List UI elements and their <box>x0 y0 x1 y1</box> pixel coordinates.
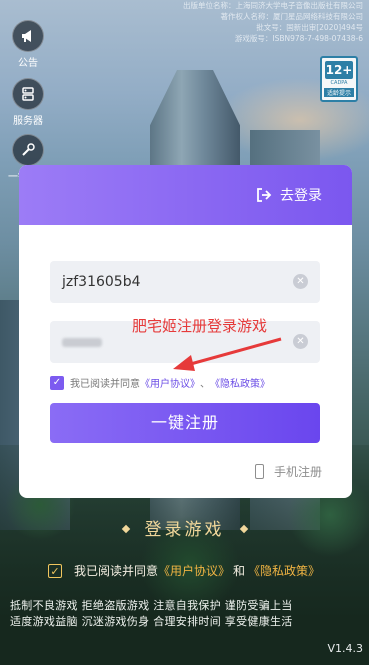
age-rating-tip: 适龄提示 <box>324 88 354 97</box>
card-header: 去登录 <box>19 165 352 225</box>
wrench-icon <box>12 134 44 166</box>
bottom-agreement-row: ✓ 我已阅读并同意 《用户协议》 和 《隐私政策》 <box>48 562 320 579</box>
register-card: 去登录 jzf31605b4 ✕ ✕ 肥宅姬注册登录游戏 ✓ 我已阅读并同意 《… <box>19 165 352 498</box>
agreement-row: ✓ 我已阅读并同意 《用户协议》 、 《隐私政策》 <box>50 375 270 390</box>
privacy-policy-link[interactable]: 《隐私政策》 <box>210 375 270 390</box>
notice-line: 游戏版号：ISBN978-7-498-07438-6 <box>234 34 363 43</box>
agreement-separator: 、 <box>200 379 210 390</box>
age-rating-org: CADPA <box>330 80 348 86</box>
go-login-link[interactable]: 去登录 <box>280 185 322 205</box>
overlay-caption: 肥宅姬注册登录游戏 <box>132 317 268 335</box>
server-label: 服务器 <box>13 116 43 127</box>
diamond-icon <box>239 524 248 534</box>
agreement-prefix: 我已阅读并同意 <box>70 379 140 390</box>
bottom-privacy-policy-link[interactable]: 《隐私政策》 <box>248 562 320 579</box>
phone-register-link[interactable]: 手机注册 <box>254 463 322 480</box>
age-rating-badge: 12+ CADPA 适龄提示 <box>320 56 358 102</box>
username-field[interactable]: jzf31605b4 ✕ <box>50 261 320 303</box>
publication-notice: 出版单位名称：上海同济大学电子音像出版社有限公司 著作权人名称：厦门星品网络科技… <box>163 0 363 44</box>
diamond-icon <box>121 524 130 534</box>
announcement-button[interactable]: 公告 <box>8 20 48 69</box>
clear-icon[interactable]: ✕ <box>293 334 308 349</box>
red-arrow-icon <box>173 337 282 371</box>
health-line: 适度游戏益脑 沉迷游戏伤身 合理安排时间 享受健康生活 <box>10 615 293 628</box>
login-icon <box>257 188 272 202</box>
agreement-checkbox[interactable]: ✓ <box>50 375 64 390</box>
phone-register-label: 手机注册 <box>273 465 322 479</box>
username-value: jzf31605b4 <box>62 274 141 290</box>
user-agreement-link[interactable]: 《用户协议》 <box>140 375 200 390</box>
version-label: V1.4.3 <box>327 642 363 655</box>
bottom-user-agreement-link[interactable]: 《用户协议》 <box>158 562 230 579</box>
clear-icon[interactable]: ✕ <box>293 274 308 289</box>
blurred-password <box>62 337 102 347</box>
health-line: 抵制不良游戏 拒绝盗版游戏 注意自我保护 谨防受骗上当 <box>10 599 293 612</box>
megaphone-icon <box>12 20 44 52</box>
bottom-agree-prefix: 我已阅读并同意 <box>74 564 159 578</box>
announcement-label: 公告 <box>18 58 38 69</box>
server-icon <box>12 78 44 110</box>
register-button[interactable]: 一键注册 <box>50 403 320 443</box>
phone-icon <box>254 464 264 479</box>
bottom-agreement-checkbox[interactable]: ✓ <box>48 563 62 578</box>
login-game-label: 登录游戏 <box>144 520 225 540</box>
login-game-title[interactable]: 登录游戏 <box>0 515 369 540</box>
age-rating-number: 12+ <box>325 61 353 79</box>
bottom-and: 和 <box>233 564 246 578</box>
notice-line: 出版单位名称：上海同济大学电子音像出版社有限公司 <box>183 1 363 10</box>
notice-line: 批文号：国新出审[2020]494号 <box>256 23 363 32</box>
notice-line: 著作权人名称：厦门星品网络科技有限公司 <box>220 12 364 21</box>
server-button[interactable]: 服务器 <box>8 78 48 127</box>
health-advisory: 抵制不良游戏 拒绝盗版游戏 注意自我保护 谨防受骗上当 适度游戏益脑 沉迷游戏伤… <box>10 598 293 630</box>
